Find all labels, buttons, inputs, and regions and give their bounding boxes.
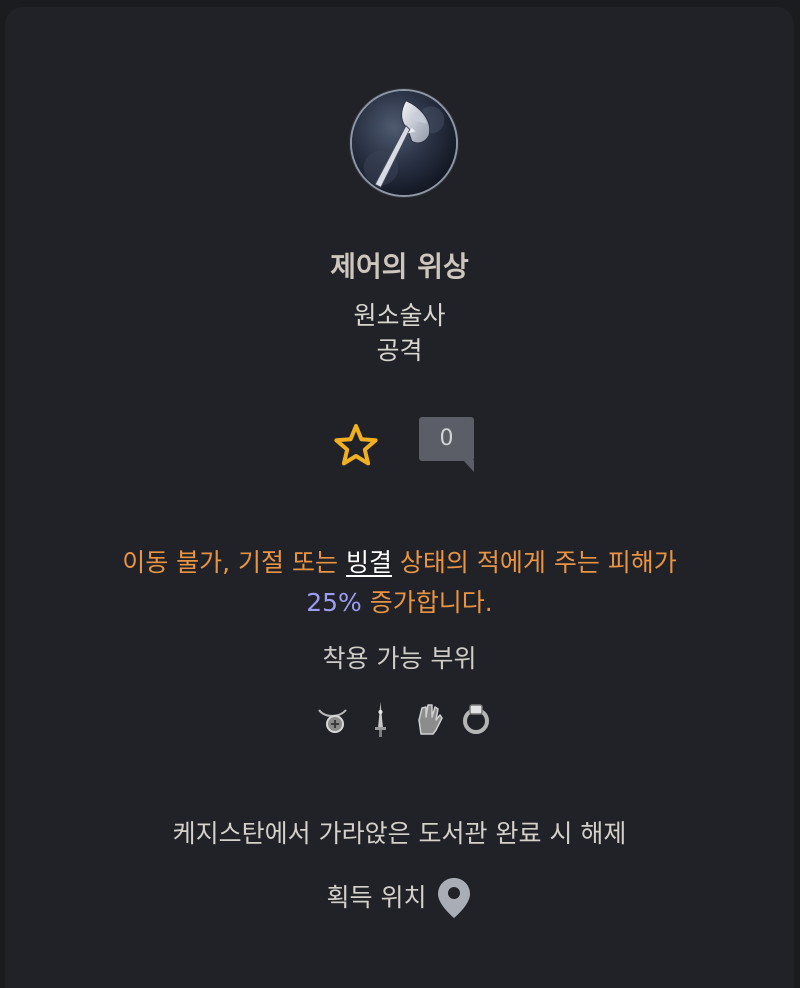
aspect-title: 제어의 위상 [330,250,469,283]
aspect-class: 원소술사 [353,301,446,330]
favorite-button[interactable] [333,423,379,467]
speech-bubble-tail [463,460,474,472]
equip-slots-label: 착용 가능 부위 [322,644,477,673]
description-value: 25% [306,588,362,617]
keyword-link-freeze[interactable]: 빙결 [346,548,392,577]
acquisition-location-link[interactable]: 획득 위치 [5,876,794,920]
description-text: 상태의 적에게 주는 피해가 [391,548,677,577]
one-handed-weapon-icon [375,702,386,737]
map-pin-icon [438,878,471,918]
ring-icon [463,704,489,734]
aspect-description: 이동 불가, 기절 또는 빙결 상태의 적에게 주는 피해가 25% 증가합니다. [45,543,754,623]
star-outline-icon [334,424,378,466]
unlock-condition: 케지스탄에서 가라앉은 도서관 완료 시 해제 [172,819,627,848]
amulet-icon [318,709,347,733]
gloves-icon [418,704,443,735]
comment-count-button[interactable]: 0 [419,417,474,472]
equip-slot-icons [315,699,495,739]
location-label: 획득 위치 [326,883,427,912]
axe-emblem-icon [350,89,458,197]
aspect-card: 제어의 위상 원소술사 공격 0 이동 불가, 기절 또는 빙결 상태의 적에게… [5,7,794,988]
comment-count: 0 [419,417,474,461]
description-text: 증가합니다. [361,588,493,617]
description-text: 이동 불가, 기절 또는 [122,548,346,577]
aspect-category: 공격 [376,336,423,365]
